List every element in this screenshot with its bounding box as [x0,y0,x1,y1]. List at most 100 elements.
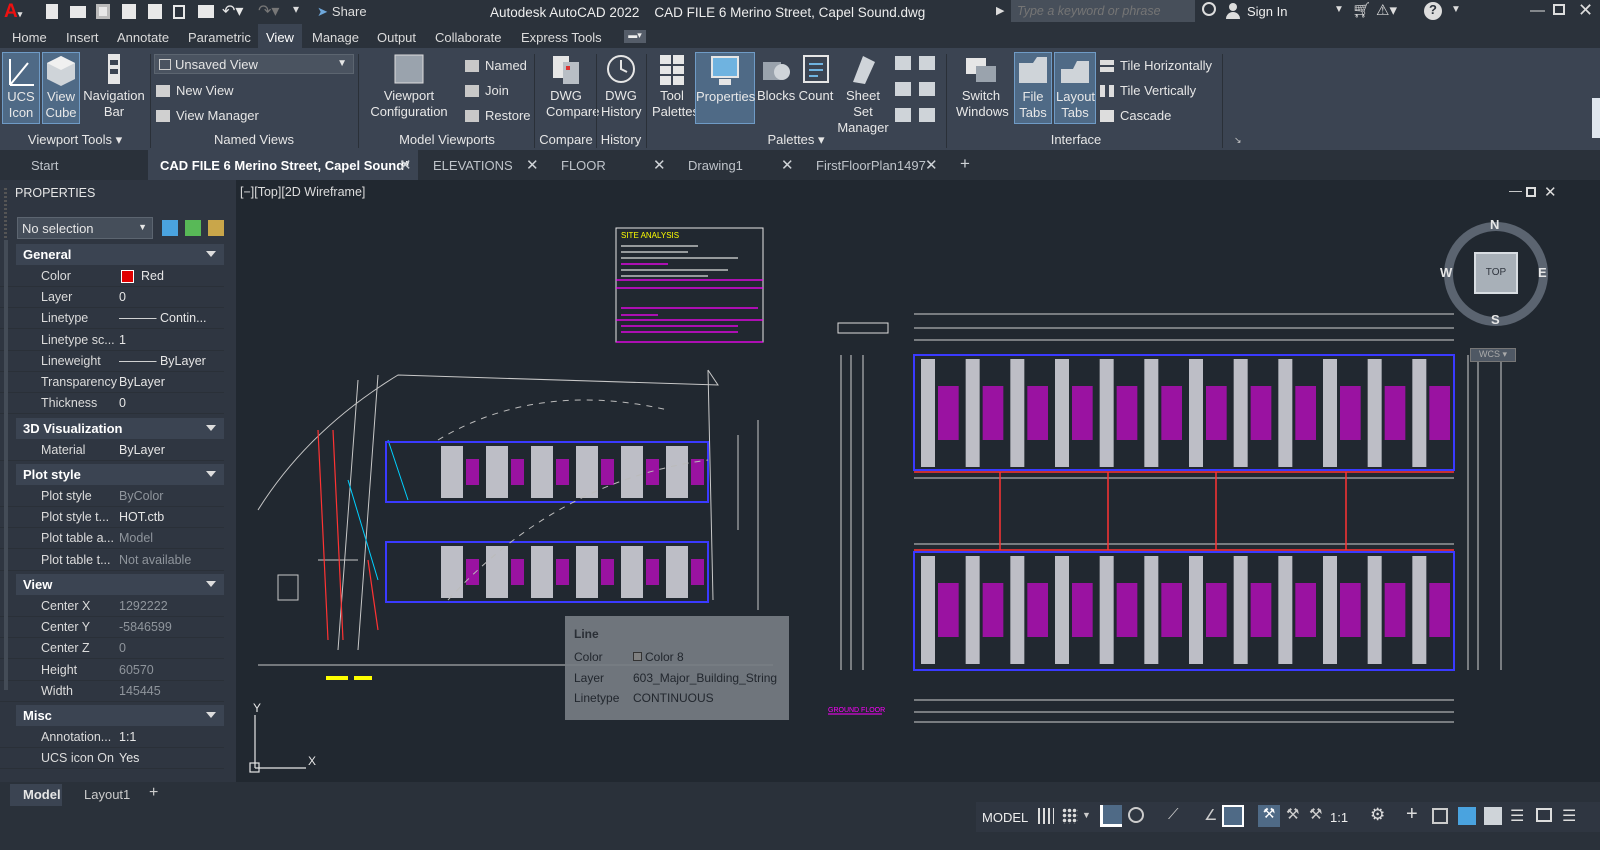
tab-annotate[interactable]: Annotate [117,30,169,45]
view-manager-button[interactable]: View Manager [156,108,259,123]
cascade-button[interactable]: Cascade [1100,108,1171,123]
publish-icon[interactable] [173,5,185,19]
property-value[interactable]: ByLayer [119,443,219,457]
toggle-pickadd-icon[interactable] [162,220,178,236]
restore-icon[interactable] [1553,4,1565,15]
clean-screen-icon[interactable] [1536,808,1552,822]
collapse-chevron-icon[interactable] [206,581,216,587]
interface-dialog-launcher-icon[interactable]: ↘ [1234,135,1242,146]
web-save-icon[interactable] [148,4,162,19]
isolate-objects-icon[interactable] [1484,807,1502,825]
property-value[interactable]: Red [141,269,241,283]
sheet-set-manager-button[interactable]: Sheet Set Manager [837,52,889,135]
property-row[interactable]: Linetype ——— Contin... [0,308,224,330]
property-row[interactable]: Center Y -5846599 [0,617,224,639]
doc-tab-close-icon[interactable]: ✕ [925,156,938,174]
property-value[interactable]: 145445 [119,684,219,698]
section-plot[interactable]: Plot style [16,464,224,485]
property-value[interactable]: 1292222 [119,599,219,613]
model-space-toggle[interactable]: MODEL [982,810,1028,825]
blocks-button[interactable]: Blocks [757,52,795,124]
external-references-icon[interactable] [919,82,935,96]
add-layout-plus-icon[interactable]: + [149,784,158,802]
property-row[interactable]: Plot table t... Not available [0,550,224,571]
palettes-panel-label[interactable]: Palettes ▾ [646,132,946,148]
annotation-scale-icon[interactable]: ⚒ [1309,805,1322,823]
minimize-icon[interactable]: — [1530,2,1545,19]
property-value[interactable]: Model [119,531,219,545]
property-row[interactable]: Lineweight ——— ByLayer [0,351,224,372]
property-value[interactable]: 1:1 [119,730,219,744]
compass-west[interactable]: W [1440,265,1452,280]
restore-viewports-button[interactable]: Restore [465,108,531,123]
status-menu-icon[interactable]: ☰ [1510,806,1524,826]
palette-scrollbar[interactable] [4,240,8,690]
tab-express-tools[interactable]: Express Tools [521,30,602,45]
file-tabs-button[interactable]: File Tabs [1014,52,1052,124]
user-icon[interactable] [1226,3,1240,19]
annotation-monitor-plus-icon[interactable]: + [1406,803,1418,826]
property-value[interactable]: 60570 [119,663,219,677]
object-snap-tracking-icon[interactable]: ∠ [1204,806,1217,824]
save-icon[interactable] [96,4,110,19]
annotation-scale-value[interactable]: 1:1 [1330,810,1348,825]
customize-qat-icon[interactable]: ▾ [293,2,299,16]
ribbon-minimize-icon[interactable]: ▬▾ [624,30,646,43]
property-value[interactable]: 0 [119,396,219,410]
share-button[interactable]: ➤ Share [317,4,367,20]
property-value[interactable]: -5846599 [119,620,219,634]
new-tab-plus-icon[interactable]: + [960,154,970,174]
property-row[interactable]: Linetype sc... 1 [0,330,224,351]
sheet-icon[interactable] [919,108,935,122]
markup-set-icon[interactable] [895,56,911,70]
collapse-chevron-icon[interactable] [206,471,216,477]
new-icon[interactable] [46,4,58,19]
viewport-configuration-button[interactable]: Viewport Configuration [368,52,450,124]
doc-tab-close-icon[interactable]: ✕ [653,156,666,174]
doc-tab-close-icon[interactable]: ✕ [526,156,539,174]
property-value[interactable]: Yes [119,751,219,765]
property-value[interactable]: ——— Contin... [119,311,219,325]
doc-tab-cad-file[interactable]: CAD FILE 6 Merino Street, Capel Sound* [148,150,418,180]
wcs-menu[interactable]: WCS ▾ [1470,348,1516,362]
property-row[interactable]: Layer 0 [0,287,224,309]
doc-tab-elevations[interactable]: ELEVATIONS [433,150,513,180]
close-icon[interactable]: ✕ [1578,0,1593,21]
property-row[interactable]: Color Red [0,266,224,287]
collapse-chevron-icon[interactable] [206,712,216,718]
property-row[interactable]: Thickness 0 [0,393,224,415]
layout-tab-layout1[interactable]: Layout1 [84,787,130,802]
drawing-canvas[interactable]: [−][Top][2D Wireframe] — ✕ SITE ANALYSIS [238,180,1600,782]
object-snap-icon[interactable] [1222,805,1244,827]
compass-east[interactable]: E [1538,265,1547,280]
quickcalc-icon[interactable] [919,56,935,70]
named-view-dropdown[interactable]: Unsaved View ▼ [154,54,354,74]
tile-horizontally-button[interactable]: Tile Horizontally [1100,58,1212,73]
property-row[interactable]: Plot style ByColor [0,486,224,507]
workspace-gear-icon[interactable]: ⚙ [1370,805,1385,825]
doc-tab-close-icon[interactable]: ✕ [399,156,412,174]
property-value[interactable]: ——— ByLayer [119,354,219,368]
save-as-icon[interactable] [122,4,136,19]
sign-in-dropdown-icon[interactable]: ▼ [1334,4,1344,15]
dwg-history-button[interactable]: DWG History [598,52,644,124]
collapse-chevron-icon[interactable] [206,251,216,257]
named-viewports-button[interactable]: Named [465,58,527,73]
property-row[interactable]: Transparency ByLayer [0,372,224,393]
search-input[interactable] [1011,0,1195,22]
properties-button[interactable]: Properties [695,52,755,124]
sign-in-button[interactable]: Sign In [1247,4,1287,19]
autoscale-icon[interactable]: ⚒ [1286,805,1299,823]
tab-home[interactable]: Home [12,30,47,45]
switch-windows-button[interactable]: Switch Windows [950,52,1012,124]
help-icon[interactable]: ? [1424,2,1442,20]
doc-tab-drawing1[interactable]: Drawing1 [688,150,743,180]
polar-icon[interactable] [1128,807,1144,823]
plot-icon[interactable] [198,5,214,18]
layer-properties-icon[interactable] [895,108,911,122]
tab-output[interactable]: Output [377,30,416,45]
redo-icon[interactable]: ↷▾ [258,1,279,21]
ucs-icon-button[interactable]: UCS Icon [2,52,40,124]
collapse-chevron-icon[interactable] [206,425,216,431]
property-value[interactable]: 0 [119,641,219,655]
